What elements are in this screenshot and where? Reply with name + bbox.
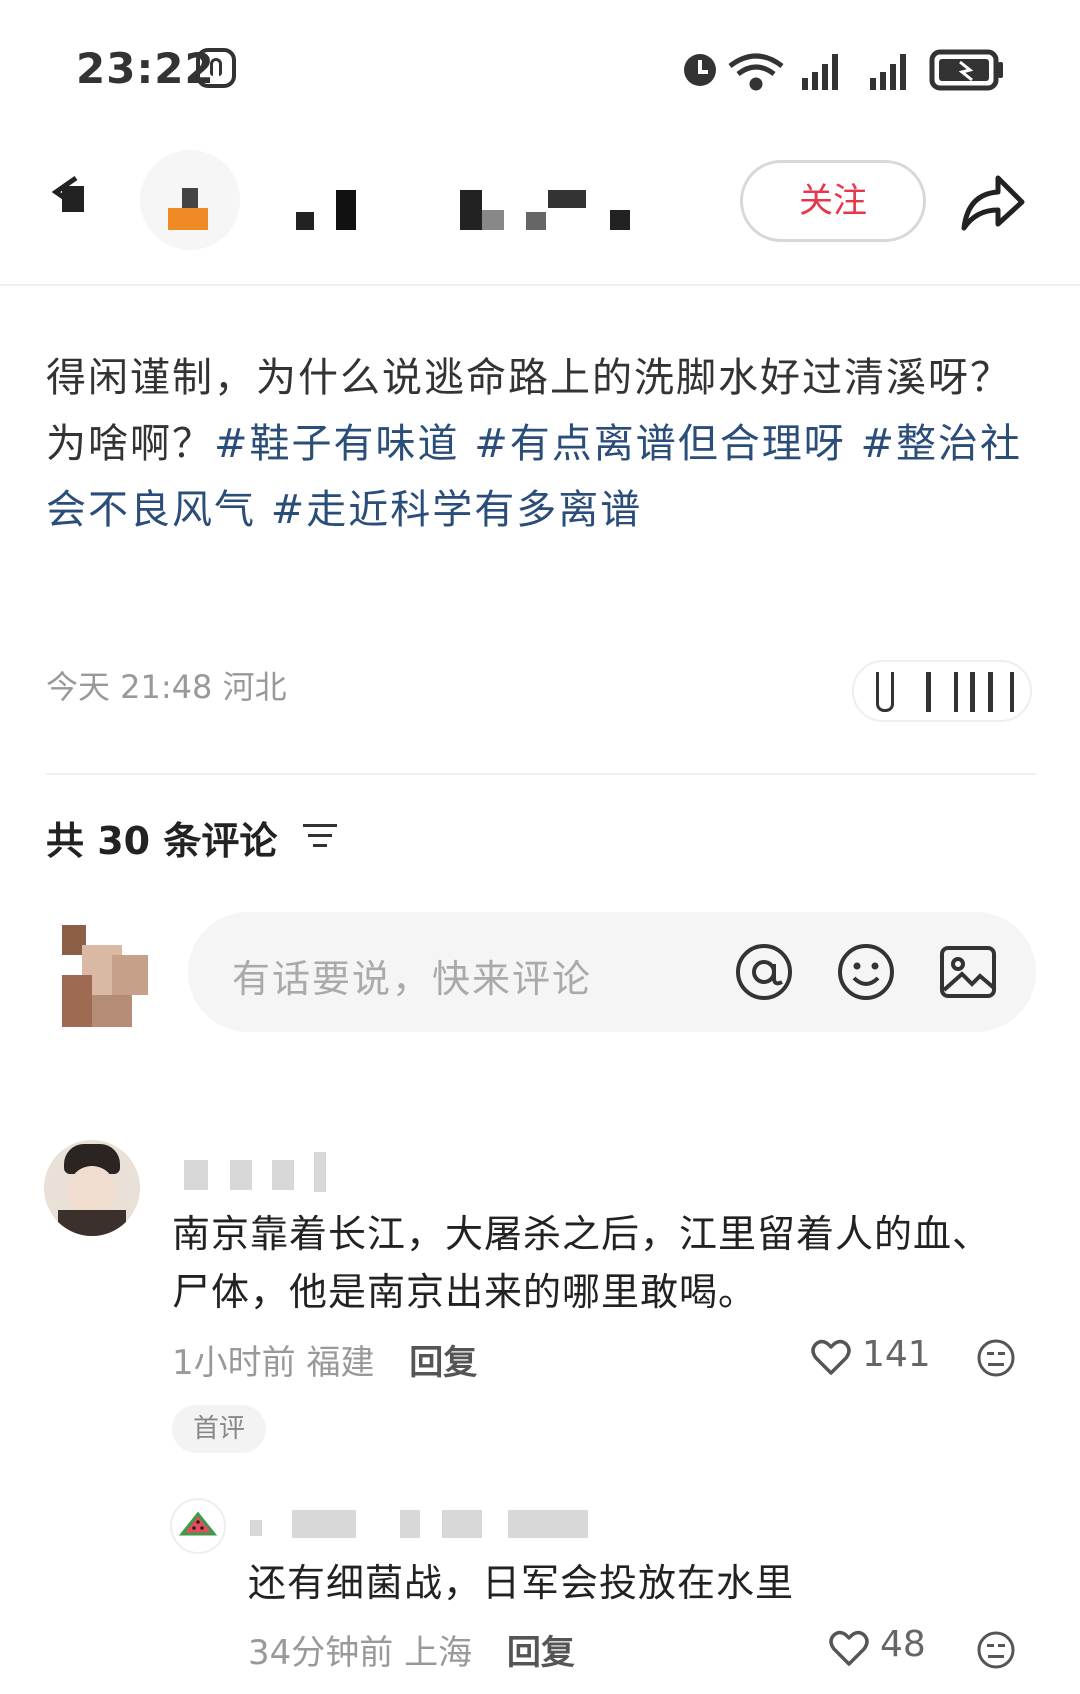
- follow-button[interactable]: 关注: [740, 160, 926, 242]
- first-comment-badge: 首评: [172, 1405, 266, 1453]
- reply-location: 上海: [404, 1633, 473, 1673]
- comment-location: 福建: [306, 1343, 375, 1383]
- post-reactions[interactable]: [852, 660, 1032, 722]
- author-name-blurred: [548, 190, 586, 208]
- hashtag[interactable]: #鞋子有味道: [214, 421, 460, 467]
- commenter-name-blurred: [314, 1152, 326, 1192]
- status-bar: 23:22: [0, 0, 1080, 140]
- author-name-blurred: [336, 190, 356, 230]
- commenter-name-blurred: [184, 1160, 208, 1190]
- hashtag[interactable]: #走近科学有多离谱: [271, 487, 643, 533]
- divider: [46, 773, 1036, 775]
- replier-name-blurred: [508, 1510, 588, 1538]
- comment-count-title: 共 30 条评论: [46, 819, 278, 863]
- status-icons: [684, 49, 1003, 91]
- author-name-blurred: [460, 190, 482, 230]
- author-name-blurred: [526, 212, 546, 230]
- signal-icon-1: [802, 54, 838, 90]
- watermelon-icon: [178, 1511, 218, 1536]
- like-count: 48: [880, 1624, 926, 1665]
- replier-avatar[interactable]: [170, 1498, 226, 1554]
- comment-text: 南京靠着长江，大屠杀之后，江里留着人的血、尸体，他是南京出来的哪里敢喝。: [172, 1212, 992, 1314]
- alarm-icon: [684, 54, 716, 86]
- like-heart-icon[interactable]: [828, 1628, 870, 1668]
- mention-icon[interactable]: [734, 942, 794, 1002]
- comment-input-placeholder: 有话要说，快来评论: [232, 957, 593, 1001]
- battery-icon: [929, 49, 1003, 91]
- author-name-blurred: [482, 210, 504, 230]
- image-icon[interactable]: [938, 942, 998, 1002]
- emoji-icon[interactable]: [836, 942, 896, 1002]
- hand-mode-icon: [196, 48, 236, 88]
- user-avatar: [52, 925, 148, 1027]
- reply-button[interactable]: 回复: [409, 1343, 477, 1383]
- reply-meta: 34分钟前 上海 回复: [248, 1625, 575, 1674]
- like-heart-icon[interactable]: [810, 1337, 852, 1377]
- share-icon[interactable]: [958, 170, 1026, 238]
- dislike-face-icon[interactable]: [976, 1338, 1016, 1378]
- replier-name-blurred: [292, 1510, 356, 1538]
- author-name-blurred: [610, 210, 630, 230]
- post-content: 得闲谨制，为什么说逃命路上的洗脚水好过清溪呀？ 为啥啊？#鞋子有味道 #有点离谱…: [46, 345, 1036, 543]
- like-count: 141: [862, 1334, 931, 1375]
- replier-name-blurred: [442, 1510, 482, 1538]
- author-name-blurred: [168, 188, 208, 230]
- author-name-blurred: [62, 186, 84, 212]
- signal-icon-2: [870, 54, 906, 90]
- reply-button[interactable]: 回复: [507, 1633, 575, 1673]
- post-text-line2: 为啥啊？: [46, 421, 214, 467]
- author-name-blurred: [296, 212, 314, 230]
- dislike-face-icon[interactable]: [976, 1630, 1016, 1670]
- post-text: 得闲谨制，为什么说逃命路上的洗脚水好过清溪呀？: [46, 355, 1012, 401]
- commenter-name-blurred: [230, 1160, 252, 1190]
- comment-meta: 1小时前 福建 回复: [172, 1335, 477, 1384]
- status-time: 23:22: [76, 44, 215, 93]
- commenter-name-blurred: [272, 1160, 294, 1190]
- post-time: 今天 21:48: [46, 668, 213, 706]
- replier-name-blurred: [400, 1510, 420, 1538]
- post-location: 河北: [222, 668, 287, 706]
- reply-time: 34分钟前: [248, 1633, 394, 1673]
- commenter-avatar[interactable]: [44, 1140, 140, 1236]
- post-meta: 今天 21:48 河北: [46, 662, 287, 708]
- hashtag[interactable]: #有点离谱但合理呀: [474, 421, 846, 467]
- reply-text: 还有细菌战，日军会投放在水里: [248, 1561, 795, 1605]
- sort-filter-icon[interactable]: [303, 822, 337, 850]
- wifi-icon: [728, 53, 784, 91]
- replier-name-blurred: [250, 1520, 262, 1536]
- comment-time: 1小时前: [172, 1343, 296, 1383]
